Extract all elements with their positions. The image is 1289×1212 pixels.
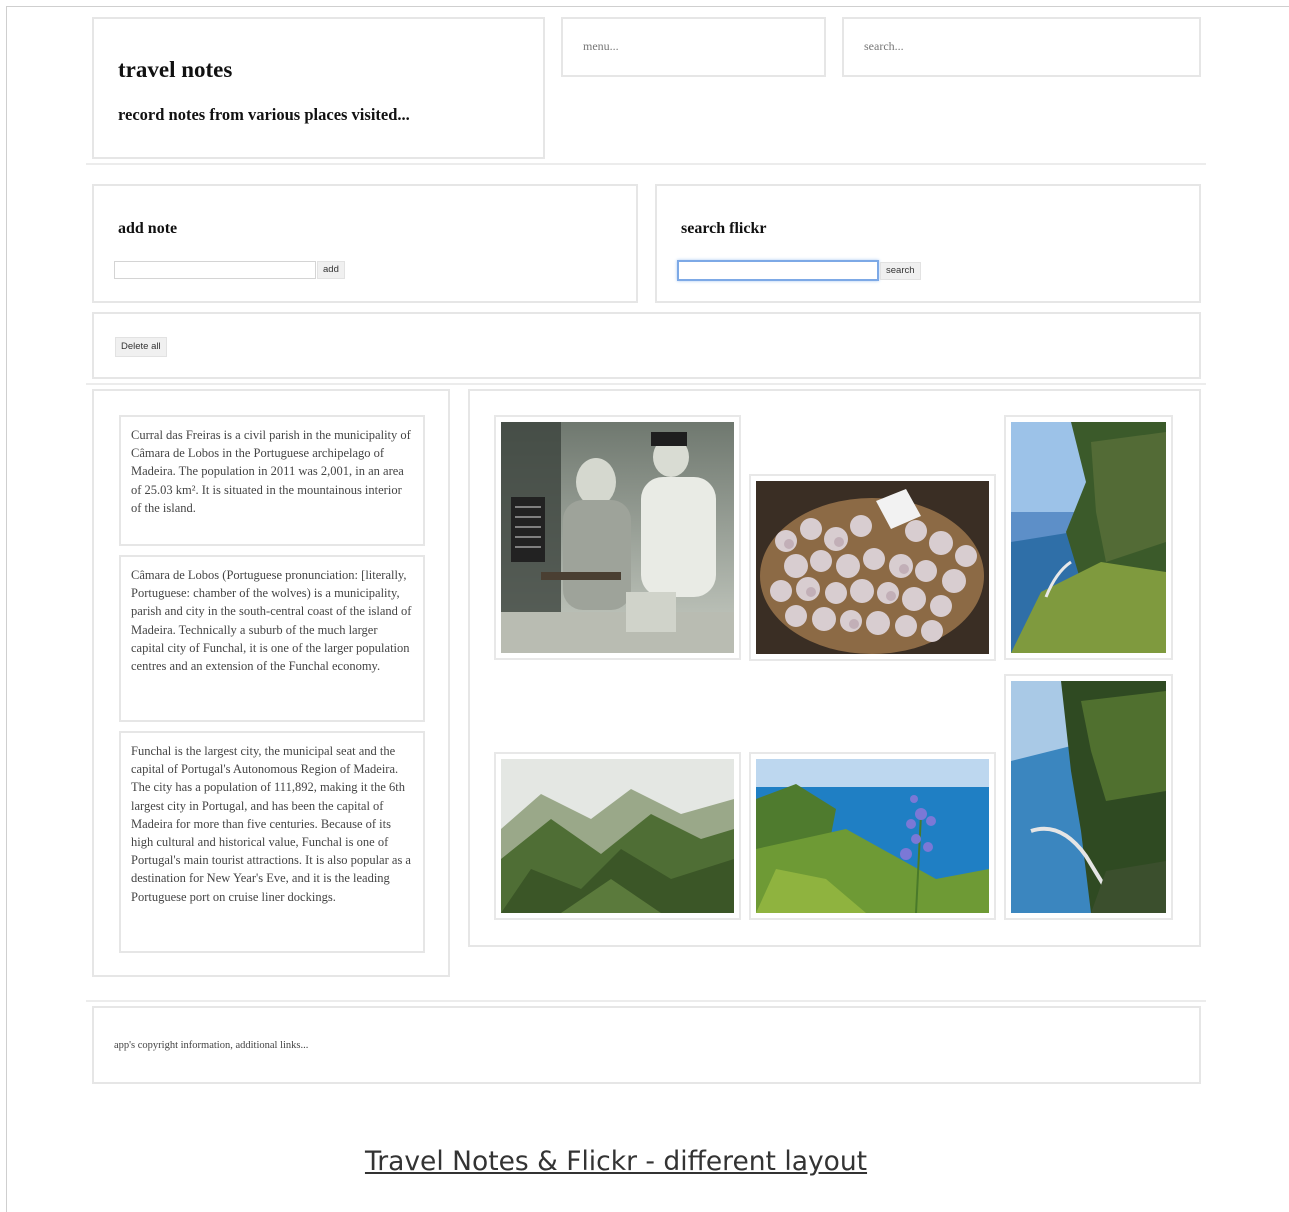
note-text: Câmara de Lobos (Portuguese pronunciatio… (131, 568, 412, 674)
site-search-placeholder: search... (864, 39, 904, 53)
frame-top-border (6, 6, 1289, 7)
delete-all-button[interactable]: Delete all (115, 337, 167, 357)
note-card[interactable]: Curral das Freiras is a civil parish in … (119, 415, 425, 546)
photo-thumbnail[interactable] (749, 752, 996, 920)
photo-thumbnail[interactable] (1004, 674, 1173, 920)
slide-caption-link[interactable]: Travel Notes & Flickr - different layout (0, 1146, 1232, 1177)
sea-cliff-road-photo (1011, 681, 1166, 913)
photo-thumbnail[interactable] (494, 415, 741, 660)
agapanthus-sea-photo (756, 759, 989, 913)
flickr-photos-panel (468, 389, 1201, 947)
search-flickr-title: search flickr (681, 220, 767, 237)
site-search-box[interactable]: search... (842, 17, 1201, 77)
controls-panel: Delete all (92, 312, 1201, 379)
flickr-search-input[interactable] (677, 260, 879, 281)
coastal-cliff-photo (1011, 422, 1166, 653)
green-valley-photo (501, 759, 734, 913)
site-tagline: record notes from various places visited… (118, 105, 410, 124)
menu-box[interactable]: menu... (561, 17, 826, 77)
footer-text: app's copyright information, additional … (114, 1040, 309, 1051)
garlic-basket-photo (756, 481, 989, 654)
photo-thumbnail[interactable] (1004, 415, 1173, 660)
photo-thumbnail[interactable] (749, 474, 996, 661)
footer-divider (86, 1000, 1206, 1002)
accordion-players-photo (501, 422, 734, 653)
search-flickr-panel: search flickr search (655, 184, 1201, 303)
add-note-panel: add note add (92, 184, 638, 303)
note-card[interactable]: Funchal is the largest city, the municip… (119, 731, 425, 953)
site-title: travel notes (118, 57, 233, 82)
menu-placeholder: menu... (583, 39, 619, 53)
notes-panel: Curral das Freiras is a civil parish in … (92, 389, 450, 977)
note-text: Curral das Freiras is a civil parish in … (131, 428, 411, 515)
add-note-title: add note (118, 220, 178, 237)
header-divider (86, 163, 1206, 165)
controls-divider (86, 383, 1206, 385)
frame-left-border (6, 6, 7, 1212)
flickr-search-button[interactable]: search (880, 262, 921, 280)
site-header: travel notes record notes from various p… (92, 17, 545, 159)
photo-thumbnail[interactable] (494, 752, 741, 920)
site-footer: app's copyright information, additional … (92, 1006, 1201, 1084)
add-note-input[interactable] (114, 261, 316, 279)
note-card[interactable]: Câmara de Lobos (Portuguese pronunciatio… (119, 555, 425, 722)
note-text: Funchal is the largest city, the municip… (131, 744, 411, 904)
add-note-button[interactable]: add (317, 261, 345, 279)
